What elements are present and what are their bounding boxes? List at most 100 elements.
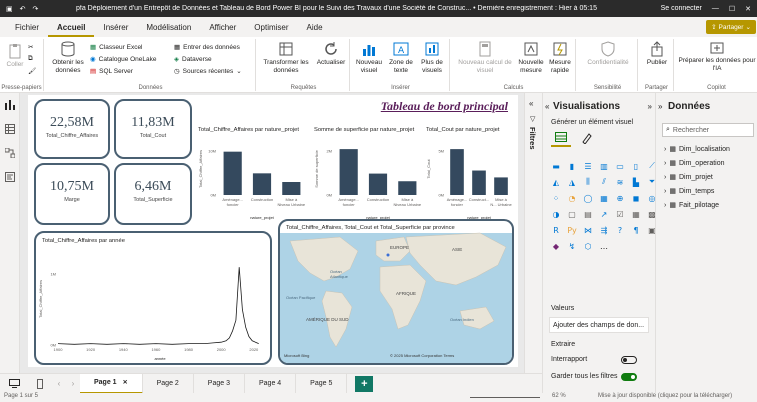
collapse-data-icon[interactable]: »: [658, 102, 662, 111]
tab-page-2[interactable]: Page 2: [143, 373, 194, 394]
table-item-fait-pilotage[interactable]: › ▦ Fait_pilotage: [664, 201, 719, 210]
menu-aide[interactable]: Aide: [298, 23, 332, 37]
stacked-column-icon[interactable]: ▮: [565, 159, 579, 173]
menu-afficher[interactable]: Afficher: [200, 23, 245, 37]
mobile-layout-icon[interactable]: [28, 378, 52, 389]
bar-chart-cout[interactable]: Total_Cout par nature_projet Total_Cout 5…: [426, 127, 516, 221]
bar-chart-chiffre-affaires[interactable]: Total_Chiffre_Affaires par nature_projet…: [198, 127, 310, 221]
share-button[interactable]: ⇪ Partager ⌄: [706, 20, 756, 34]
card-icon[interactable]: ▢: [565, 207, 579, 221]
line-chart-annee[interactable]: Total_Chiffre_Affaires par année Total_C…: [34, 231, 272, 365]
pie-icon[interactable]: ◔: [565, 191, 579, 205]
menu-modelisation[interactable]: Modélisation: [137, 23, 200, 37]
ribbon-icon[interactable]: ≋: [613, 175, 627, 189]
qa-icon[interactable]: ?: [613, 223, 627, 237]
bar[interactable]: [282, 182, 301, 195]
table-item-dim-temps[interactable]: › ▦ Dim_temps: [664, 187, 714, 196]
collapse-icon[interactable]: «: [529, 99, 533, 108]
bar[interactable]: [494, 177, 508, 195]
kpi-card-cout[interactable]: 11,83M Total_Cout: [114, 99, 192, 159]
waterfall-icon[interactable]: ▙: [629, 175, 643, 189]
add-page-button[interactable]: +: [355, 375, 374, 392]
kpi-card-chiffre-affaires[interactable]: 22,58M Total_Chiffre_Affaires: [34, 99, 110, 159]
zoom-level[interactable]: 62 %: [552, 393, 566, 399]
100-column-icon[interactable]: ▯: [629, 159, 643, 173]
minimize-icon[interactable]: —: [712, 5, 719, 12]
new-measure-button[interactable]: Nouvelle mesure: [516, 41, 546, 75]
prepare-ai-button[interactable]: Préparer les données pour l'IA: [678, 57, 756, 73]
key-influencers-icon[interactable]: ⋈: [581, 223, 595, 237]
refresh-button[interactable]: Actualiser: [314, 41, 348, 67]
format-painter-icon[interactable]: 🖌: [28, 67, 36, 75]
report-page[interactable]: Tableau de bord principal 22,58M Total_C…: [28, 95, 518, 367]
treemap-icon[interactable]: ▦: [597, 191, 611, 205]
clustered-column-icon[interactable]: ▥: [597, 159, 611, 173]
transform-data-button[interactable]: Transformer les données: [260, 41, 312, 75]
tab-page-1[interactable]: Page 1 ✕: [80, 373, 143, 394]
new-visual-calc-button[interactable]: Nouveau calcul de visuel: [454, 41, 516, 75]
menu-accueil[interactable]: Accueil: [48, 23, 95, 37]
r-visual-icon[interactable]: R: [549, 223, 563, 237]
keep-filters-toggle[interactable]: [621, 373, 637, 381]
build-visual-tab[interactable]: [551, 129, 571, 147]
model-view-icon[interactable]: [0, 141, 20, 165]
100-bar-icon[interactable]: ▭: [613, 159, 627, 173]
power-apps-icon[interactable]: ◆: [549, 239, 563, 253]
report-view-icon[interactable]: [0, 93, 20, 117]
scatter-icon[interactable]: ⁘: [549, 191, 563, 205]
kpi-icon[interactable]: ↗: [597, 207, 611, 221]
close-icon[interactable]: ✕: [745, 5, 751, 13]
bar[interactable]: [368, 173, 388, 195]
signin-link[interactable]: Se connecter: [661, 5, 702, 12]
multi-card-icon[interactable]: ▤: [581, 207, 595, 221]
shape-map-icon[interactable]: ⬡: [581, 239, 595, 253]
stacked-area-icon[interactable]: ◮: [565, 175, 579, 189]
enter-data-button[interactable]: ▦ Entrer des données: [174, 43, 240, 52]
filled-map-icon[interactable]: ◼: [629, 191, 643, 205]
table-view-icon[interactable]: [0, 117, 20, 141]
more-icon[interactable]: …: [597, 239, 611, 253]
donut-icon[interactable]: ◯: [581, 191, 595, 205]
quick-measure-button[interactable]: Mesure rapide: [546, 41, 574, 75]
slicer-icon[interactable]: ☑: [613, 207, 627, 221]
bar[interactable]: [223, 151, 242, 195]
menu-optimiser[interactable]: Optimiser: [245, 23, 297, 37]
cut-icon[interactable]: ✂: [28, 43, 33, 51]
bar-chart-superficie[interactable]: Somme de superficie par nature_projet So…: [314, 127, 426, 221]
publish-button[interactable]: Publier: [642, 41, 672, 67]
kpi-card-superficie[interactable]: 6,46M Total_Superficie: [114, 163, 192, 225]
format-visual-tab[interactable]: [577, 129, 597, 147]
excel-button[interactable]: ▦ Classeur Excel: [90, 43, 143, 52]
maximize-icon[interactable]: ☐: [729, 5, 735, 13]
python-visual-icon[interactable]: Py: [565, 223, 579, 237]
clustered-bar-icon[interactable]: ☰: [581, 159, 595, 173]
tabs-left-arrow[interactable]: ‹: [52, 379, 66, 388]
map-icon[interactable]: ⊕: [613, 191, 627, 205]
menu-inserer[interactable]: Insérer: [94, 23, 137, 37]
undo-icon[interactable]: ↶: [20, 5, 26, 13]
close-tab-icon[interactable]: ✕: [123, 379, 128, 386]
filters-pane[interactable]: « ▽ Filtres: [524, 93, 542, 373]
update-notice[interactable]: Mise à jour disponible (cliquez pour la …: [598, 393, 732, 399]
decomp-tree-icon[interactable]: ⇶: [597, 223, 611, 237]
cross-report-toggle[interactable]: [621, 356, 637, 364]
bar[interactable]: [472, 170, 486, 195]
bar[interactable]: [252, 173, 272, 195]
recent-sources-button[interactable]: ◷ Sources récentes ⌄: [174, 67, 242, 76]
tab-page-5[interactable]: Page 5: [296, 373, 348, 394]
tabs-right-arrow[interactable]: ›: [66, 379, 80, 388]
expand-viz-icon[interactable]: »: [648, 102, 652, 111]
save-icon[interactable]: ▣: [6, 5, 13, 13]
table-item-dim-projet[interactable]: › ▦ Dim_projet: [664, 173, 713, 182]
line-series[interactable]: [57, 267, 259, 345]
bar[interactable]: [398, 181, 417, 195]
tab-page-3[interactable]: Page 3: [194, 373, 245, 394]
add-fields-well[interactable]: Ajouter des champs de don...: [549, 317, 649, 333]
copy-icon[interactable]: ⧉: [28, 55, 33, 63]
redo-icon[interactable]: ↷: [33, 5, 39, 13]
search-box[interactable]: ⌕ Rechercher: [662, 123, 754, 137]
desktop-layout-icon[interactable]: [0, 379, 28, 388]
narrative-icon[interactable]: ¶: [629, 223, 643, 237]
kpi-card-marge[interactable]: 10,75M Marge: [34, 163, 110, 225]
text-box-button[interactable]: A Zone de texte: [386, 41, 416, 75]
